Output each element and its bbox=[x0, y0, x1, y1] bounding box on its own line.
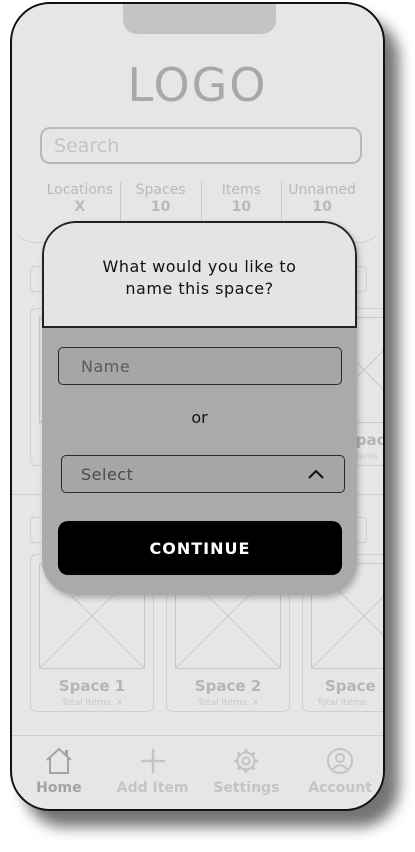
gear-icon bbox=[200, 746, 294, 776]
space-title: Space 2 bbox=[194, 677, 262, 695]
space-subtitle: Total Items: X bbox=[197, 698, 259, 708]
nav-label: Home bbox=[36, 780, 82, 796]
account-icon bbox=[293, 746, 383, 776]
stat-items: Items 10 bbox=[200, 182, 282, 226]
chevron-up-icon bbox=[307, 465, 325, 484]
stat-value: 10 bbox=[312, 199, 332, 215]
select-value: Select bbox=[81, 464, 134, 484]
dialog-header: What would you like to name this space? bbox=[42, 221, 357, 328]
space-title: Space 1 bbox=[58, 677, 126, 695]
space-subtitle: Total Items: X bbox=[61, 698, 123, 708]
name-input[interactable] bbox=[58, 347, 342, 385]
stat-unnamed: Unnamed 10 bbox=[281, 182, 362, 226]
stat-value: X bbox=[74, 199, 86, 215]
stats-bar: Locations X Spaces 10 Items 10 Unnamed 1… bbox=[40, 182, 362, 226]
nav-label: Add Item bbox=[116, 780, 189, 796]
nav-home[interactable]: Home bbox=[12, 736, 106, 809]
dialog-body: or Select CONTINUE bbox=[42, 328, 357, 595]
nav-label: Account bbox=[308, 780, 372, 796]
space-select[interactable]: Select bbox=[61, 455, 345, 493]
notch bbox=[123, 4, 276, 34]
nav-settings[interactable]: Settings bbox=[200, 736, 294, 809]
dialog-question: What would you like to name this space? bbox=[102, 256, 297, 298]
name-space-dialog: What would you like to name this space? … bbox=[42, 221, 357, 595]
phone-frame: LOGO Locations X Spaces 10 Items 10 Unna… bbox=[10, 2, 385, 811]
stat-spaces: Spaces 10 bbox=[119, 182, 201, 226]
logo: LOGO bbox=[127, 58, 268, 112]
stat-label: Locations bbox=[46, 182, 114, 198]
plus-icon bbox=[106, 746, 200, 776]
stat-label: Items bbox=[221, 182, 261, 198]
continue-button[interactable]: CONTINUE bbox=[58, 521, 342, 575]
home-icon bbox=[12, 746, 106, 776]
or-label: or bbox=[191, 408, 208, 427]
stat-value: 10 bbox=[231, 199, 252, 215]
bottom-nav: Home Add Item Settings Account bbox=[12, 735, 383, 809]
space-title: Space bbox=[325, 677, 376, 695]
stat-locations: Locations X bbox=[40, 182, 120, 226]
nav-account[interactable]: Account bbox=[293, 736, 383, 809]
stat-label: Unnamed bbox=[288, 182, 356, 198]
nav-label: Settings bbox=[213, 780, 280, 796]
stat-value: 10 bbox=[150, 199, 171, 215]
stat-label: Spaces bbox=[135, 182, 186, 198]
space-subtitle: Total Items bbox=[317, 698, 367, 708]
nav-add-item[interactable]: Add Item bbox=[106, 736, 200, 809]
